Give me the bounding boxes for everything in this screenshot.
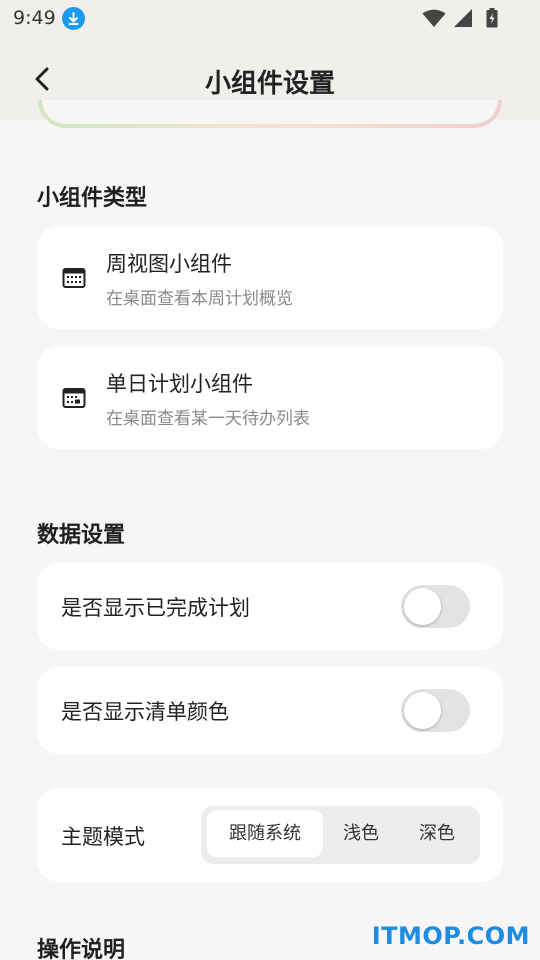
widget-type-subtitle: 在桌面查看本周计划概览 (106, 289, 293, 309)
setting-row-show-completed: 是否显示已完成计划 (37, 563, 503, 650)
signal-icon (453, 8, 473, 32)
download-icon (62, 7, 85, 30)
widget-type-subtitle: 在桌面查看某一天待办列表 (106, 409, 310, 429)
setting-row-show-list-color: 是否显示清单颜色 (37, 667, 503, 754)
theme-option-light[interactable]: 浅色 (323, 810, 399, 857)
setting-row-theme-mode: 主题模式 跟随系统 浅色 深色 (37, 788, 503, 882)
widget-type-day-card[interactable]: 单日计划小组件 在桌面查看某一天待办列表 (37, 346, 503, 449)
setting-label: 是否显示清单颜色 (61, 700, 229, 724)
widget-type-title: 单日计划小组件 (106, 372, 253, 396)
toggle-knob (404, 692, 441, 729)
watermark: ITMOP.COM (371, 922, 530, 950)
widget-preview-card (38, 100, 502, 128)
section-title-instructions: 操作说明 (37, 938, 126, 960)
theme-mode-label: 主题模式 (61, 825, 145, 849)
section-title-data-settings: 数据设置 (37, 523, 126, 548)
status-bar: 9:49 (0, 0, 540, 38)
status-icons (422, 8, 498, 32)
calendar-day-icon (62, 386, 86, 410)
section-title-widget-types: 小组件类型 (37, 186, 148, 211)
calendar-week-icon (62, 266, 86, 290)
toggle-knob (404, 588, 441, 625)
widget-type-week-card[interactable]: 周视图小组件 在桌面查看本周计划概览 (37, 226, 503, 329)
show-completed-toggle[interactable] (401, 585, 470, 628)
page-title: 小组件设置 (204, 69, 335, 99)
theme-option-system[interactable]: 跟随系统 (207, 810, 323, 857)
battery-charging-icon (486, 8, 498, 32)
show-list-color-toggle[interactable] (401, 689, 470, 732)
theme-mode-segmented-control: 跟随系统 浅色 深色 (201, 806, 480, 864)
wifi-icon (422, 8, 446, 32)
theme-option-dark[interactable]: 深色 (399, 810, 475, 857)
setting-label: 是否显示已完成计划 (61, 596, 250, 620)
widget-type-title: 周视图小组件 (106, 252, 232, 276)
status-time: 9:49 (13, 7, 56, 29)
